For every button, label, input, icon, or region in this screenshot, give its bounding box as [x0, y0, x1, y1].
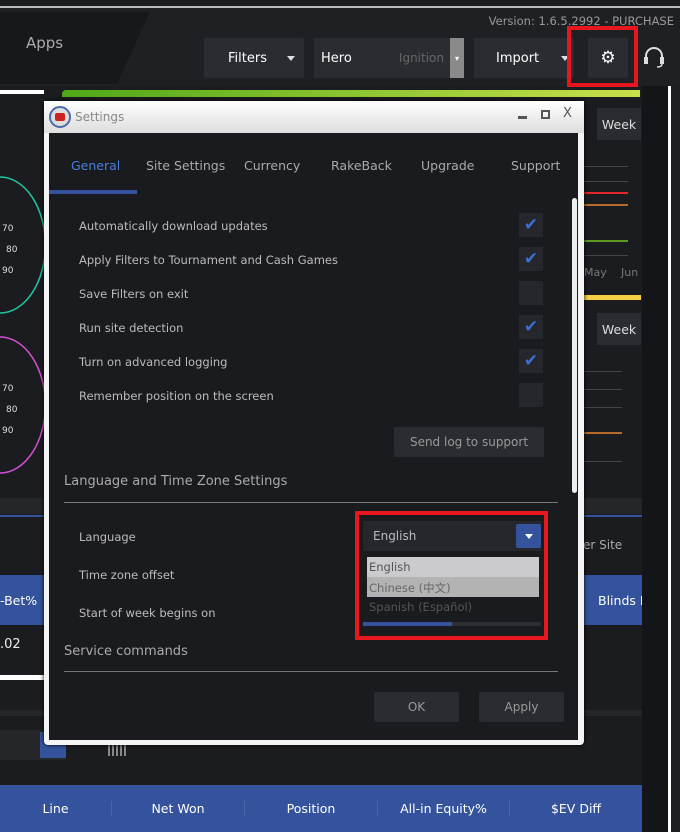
- right-strip: [642, 86, 668, 832]
- close-icon[interactable]: X: [563, 106, 572, 121]
- support-button[interactable]: [641, 44, 667, 72]
- scrollbar[interactable]: [572, 198, 577, 493]
- checkbox-site-detection[interactable]: ✔: [519, 315, 543, 339]
- send-log-button[interactable]: Send log to support: [394, 427, 544, 457]
- column-header-line[interactable]: Line: [0, 801, 112, 816]
- chart-line-green: [584, 240, 628, 242]
- gridline: [584, 461, 622, 462]
- tab-rakeback[interactable]: RakeBack: [331, 158, 392, 173]
- divider: [64, 502, 558, 503]
- tab-support[interactable]: Support: [511, 158, 560, 173]
- column-header-position[interactable]: Position: [245, 801, 378, 816]
- dialog-body: General Site Settings Currency RakeBack …: [49, 133, 578, 740]
- gridline: [584, 181, 628, 182]
- checkbox-remember-position[interactable]: [519, 383, 543, 407]
- apply-button[interactable]: Apply: [479, 692, 564, 722]
- chart-line-orange: [584, 204, 628, 206]
- column-header-ev-diff[interactable]: $EV Diff: [510, 801, 642, 816]
- week-button[interactable]: Week: [597, 108, 641, 140]
- column-header-allin-equity[interactable]: All-in Equity%: [378, 801, 510, 816]
- headset-icon: [644, 47, 664, 68]
- tab-site-settings[interactable]: Site Settings: [146, 158, 225, 173]
- column-header[interactable]: Blinds R: [584, 575, 649, 625]
- highlight-box: [567, 26, 638, 87]
- chevron-down-icon: [286, 55, 295, 61]
- checkbox-auto-update[interactable]: ✔: [519, 213, 543, 237]
- import-button[interactable]: Import: [474, 38, 574, 78]
- ok-button[interactable]: OK: [374, 692, 459, 722]
- maximize-icon[interactable]: [541, 110, 550, 119]
- yellow-bar: [578, 295, 641, 300]
- table-header: Line Net Won Position All-in Equity% $EV…: [0, 785, 642, 832]
- checkbox-apply-filters[interactable]: ✔: [519, 247, 543, 271]
- right-edge: [668, 86, 680, 832]
- highlight-box: [355, 511, 548, 640]
- tab-general[interactable]: General: [71, 158, 120, 173]
- player-selector[interactable]: Hero Ignition ▾: [314, 38, 464, 78]
- filters-button[interactable]: Filters: [204, 38, 304, 78]
- chart-line-orange: [584, 432, 622, 434]
- checkbox-save-filters[interactable]: [519, 281, 543, 305]
- dropdown-arrow-icon[interactable]: ▾: [450, 38, 464, 78]
- app-logo-icon: [49, 106, 71, 128]
- active-tab-indicator: [49, 190, 137, 194]
- gridline: [584, 166, 628, 167]
- gridline: [584, 407, 622, 408]
- tab-currency[interactable]: Currency: [244, 158, 300, 173]
- settings-dialog: Settings X General Site Settings Currenc…: [44, 101, 584, 745]
- minimize-icon[interactable]: [518, 116, 527, 119]
- divider: [64, 671, 558, 672]
- week-button[interactable]: Week: [597, 313, 641, 345]
- chart-line-red: [584, 192, 628, 194]
- dialog-titlebar[interactable]: Settings X: [44, 101, 584, 133]
- gridline: [584, 389, 622, 390]
- tab-upgrade[interactable]: Upgrade: [421, 158, 474, 173]
- checkbox-advanced-logging[interactable]: ✔: [519, 349, 543, 373]
- gridline: [584, 371, 622, 372]
- column-header-net-won[interactable]: Net Won: [112, 801, 245, 816]
- green-progress-bar: [62, 90, 640, 97]
- divider: [0, 675, 44, 680]
- gridline: [584, 255, 628, 256]
- dialog-title: Settings: [75, 110, 125, 124]
- column-header[interactable]: -Bet%: [0, 575, 44, 625]
